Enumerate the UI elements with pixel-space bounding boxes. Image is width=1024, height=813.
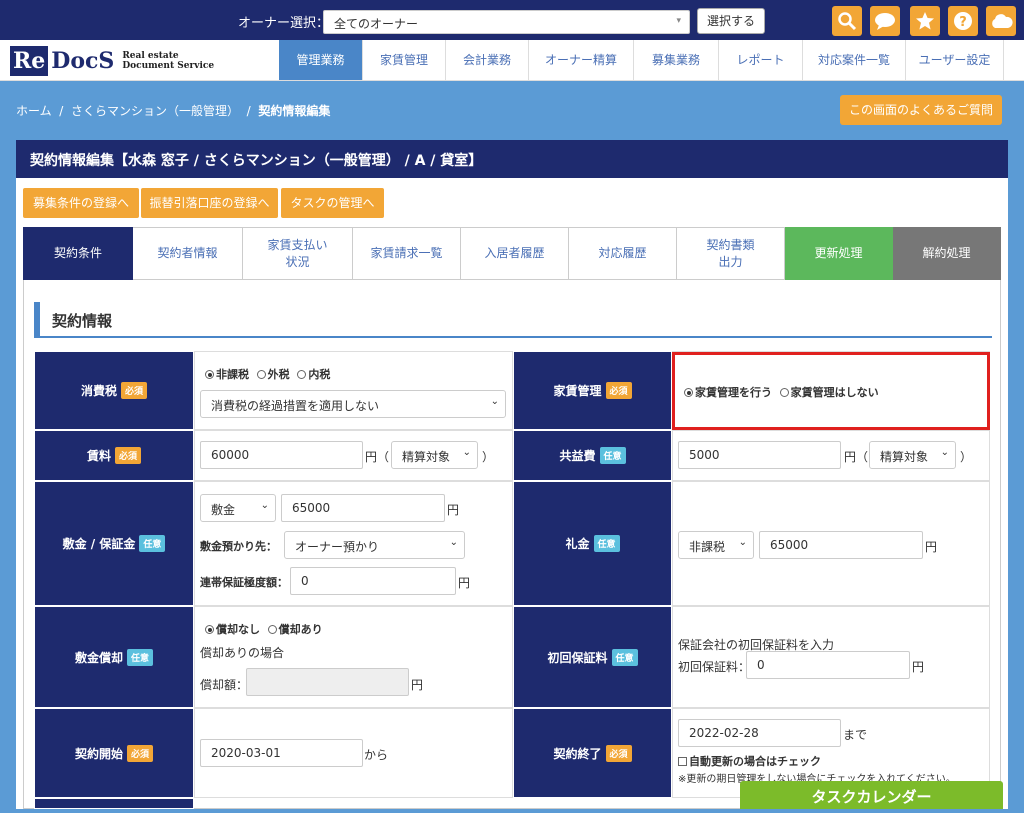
task-calendar-button[interactable]: タスクカレンダー: [740, 781, 1003, 809]
tax-option-exempt[interactable]: 非課税: [205, 368, 249, 381]
label-contract-start: 契約開始 必須: [34, 708, 194, 798]
label-amortization: 敷金償却 任意: [34, 606, 194, 708]
select-owner-button[interactable]: 選択する: [697, 8, 765, 34]
tax-transition-select[interactable]: 消費税の経過措置を適用しない ⌄: [200, 390, 506, 418]
key-money-tax-select[interactable]: 非課税 ⌄: [678, 531, 754, 559]
recruit-conditions-button[interactable]: 募集条件の登録へ: [23, 188, 139, 218]
star-icon[interactable]: [910, 6, 940, 36]
breadcrumb-home[interactable]: ホーム: [16, 104, 52, 118]
owner-select-label: オーナー選択：: [238, 16, 330, 31]
tab-contract-terms[interactable]: 契約条件: [23, 227, 133, 280]
common-fee-input[interactable]: 5000: [678, 441, 841, 469]
tab-rent-payment[interactable]: 家賃支払い 状況: [243, 227, 353, 280]
task-management-button[interactable]: タスクの管理へ: [281, 188, 384, 218]
highlight-box: [672, 352, 990, 430]
chevron-down-icon: ⌄: [490, 396, 499, 407]
chevron-down-icon: ⌄: [940, 447, 949, 458]
breadcrumb-property[interactable]: さくらマンション（一般管理）: [71, 104, 239, 118]
label-common-fee: 共益費 任意: [513, 430, 672, 481]
nav-recruitment[interactable]: 募集業務: [634, 40, 719, 80]
svg-text:?: ?: [959, 15, 967, 30]
owner-select[interactable]: 全てのオーナー ▾: [323, 10, 690, 34]
first-guarantee-input[interactable]: 0: [746, 651, 910, 679]
nav-user-settings[interactable]: ユーザー設定: [906, 40, 1004, 80]
amortization-radio-group: 償却なし 償却あり: [205, 621, 323, 637]
tab-contractor-info[interactable]: 契約者情報: [133, 227, 243, 280]
label-contract-end: 契約終了 必須: [513, 708, 672, 798]
chevron-down-icon: ⌄: [449, 537, 458, 548]
chevron-down-icon: ⌄: [738, 537, 747, 548]
tax-option-internal[interactable]: 内税: [297, 368, 330, 381]
main-nav: 管理業務 家賃管理 会計業務 オーナー精算 募集業務 レポート 対応案件一覧 ユ…: [279, 40, 1004, 80]
deposit-type-select[interactable]: 敷金 ⌄: [200, 494, 276, 522]
section-title: 契約情報: [34, 302, 992, 338]
chevron-down-icon: ▾: [676, 16, 681, 26]
search-icon[interactable]: [832, 6, 862, 36]
owner-select-value: 全てのオーナー: [334, 17, 419, 31]
breadcrumb-current: 契約情報編集: [258, 104, 331, 118]
guarantee-limit-input[interactable]: 0: [290, 567, 456, 595]
deposit-holder-select[interactable]: オーナー預かり ⌄: [284, 531, 465, 559]
faq-button[interactable]: この画面のよくあるご質問: [840, 95, 1002, 125]
contract-tabs: 契約条件 契約者情報 家賃支払い 状況 家賃請求一覧 入居者履歴 対応履歴 契約…: [23, 227, 1001, 280]
tab-contract-docs[interactable]: 契約書類 出力: [677, 227, 785, 280]
label-key-money: 礼金 任意: [513, 481, 672, 606]
tax-radio-group: 非課税 外税 内税: [205, 366, 330, 382]
redocs-logo[interactable]: Re DocS Real estate Document Service: [10, 44, 214, 77]
contract-end-input[interactable]: 2022-02-28: [678, 719, 841, 747]
auto-renew-checkbox[interactable]: 自動更新の場合はチェック: [678, 753, 821, 769]
tab-tenant-history[interactable]: 入居者履歴: [461, 227, 569, 280]
key-money-input[interactable]: 65000: [759, 531, 923, 559]
cloud-icon[interactable]: [986, 6, 1016, 36]
rent-unit: 円（: [365, 450, 390, 464]
nav-rent[interactable]: 家賃管理: [363, 40, 446, 80]
tab-rent-invoices[interactable]: 家賃請求一覧: [353, 227, 461, 280]
chat-icon[interactable]: [870, 6, 900, 36]
rent-settlement-select[interactable]: 精算対象 ⌄: [391, 441, 478, 469]
nav-accounting[interactable]: 会計業務: [446, 40, 529, 80]
nav-report[interactable]: レポート: [719, 40, 803, 80]
breadcrumb: ホーム / さくらマンション（一般管理） / 契約情報編集: [16, 104, 331, 118]
checkbox-icon: [678, 757, 687, 766]
chevron-down-icon: ⌄: [260, 500, 269, 511]
deposit-holder-label: 敷金預かり先：: [200, 540, 277, 553]
common-fee-unit: 円（: [844, 450, 869, 464]
label-deposit: 敷金 / 保証金 任意: [34, 481, 194, 606]
deposit-amount-input[interactable]: 65000: [281, 494, 445, 522]
guarantee-limit-label: 連帯保証極度額：: [200, 576, 288, 589]
amortization-amount-input[interactable]: [246, 668, 409, 696]
owner-bar: オーナー選択： 全てのオーナー ▾ 選択する ?: [0, 0, 1024, 40]
rent-input[interactable]: 60000: [200, 441, 363, 469]
label-tax: 消費税 必須: [34, 351, 194, 430]
common-fee-settlement-select[interactable]: 精算対象 ⌄: [869, 441, 956, 469]
amortization-none[interactable]: 償却なし: [205, 623, 260, 636]
tax-option-external[interactable]: 外税: [256, 368, 290, 381]
label-rent-management: 家賃管理 必須: [513, 351, 672, 430]
nav-cases[interactable]: 対応案件一覧: [803, 40, 906, 80]
tab-response-history[interactable]: 対応履歴: [569, 227, 677, 280]
app-header: Re DocS Real estate Document Service 管理業務…: [0, 40, 1024, 81]
amortization-yes[interactable]: 償却あり: [267, 623, 323, 636]
chevron-down-icon: ⌄: [462, 447, 471, 458]
label-first-guarantee: 初回保証料 任意: [513, 606, 672, 708]
contract-start-input[interactable]: 2020-03-01: [200, 739, 363, 767]
label-rent: 賃料 必須: [34, 430, 194, 481]
nav-management[interactable]: 管理業務: [279, 40, 363, 80]
help-icon[interactable]: ?: [948, 6, 978, 36]
tab-cancellation[interactable]: 解約処理: [893, 227, 1001, 280]
debit-account-button[interactable]: 振替引落口座の登録へ: [141, 188, 278, 218]
nav-owner-settlement[interactable]: オーナー精算: [529, 40, 634, 80]
page-title: 契約情報編集【水森 窓子 / さくらマンション（一般管理） / A / 貸室】: [16, 140, 1008, 178]
tab-renewal[interactable]: 更新処理: [785, 227, 893, 280]
